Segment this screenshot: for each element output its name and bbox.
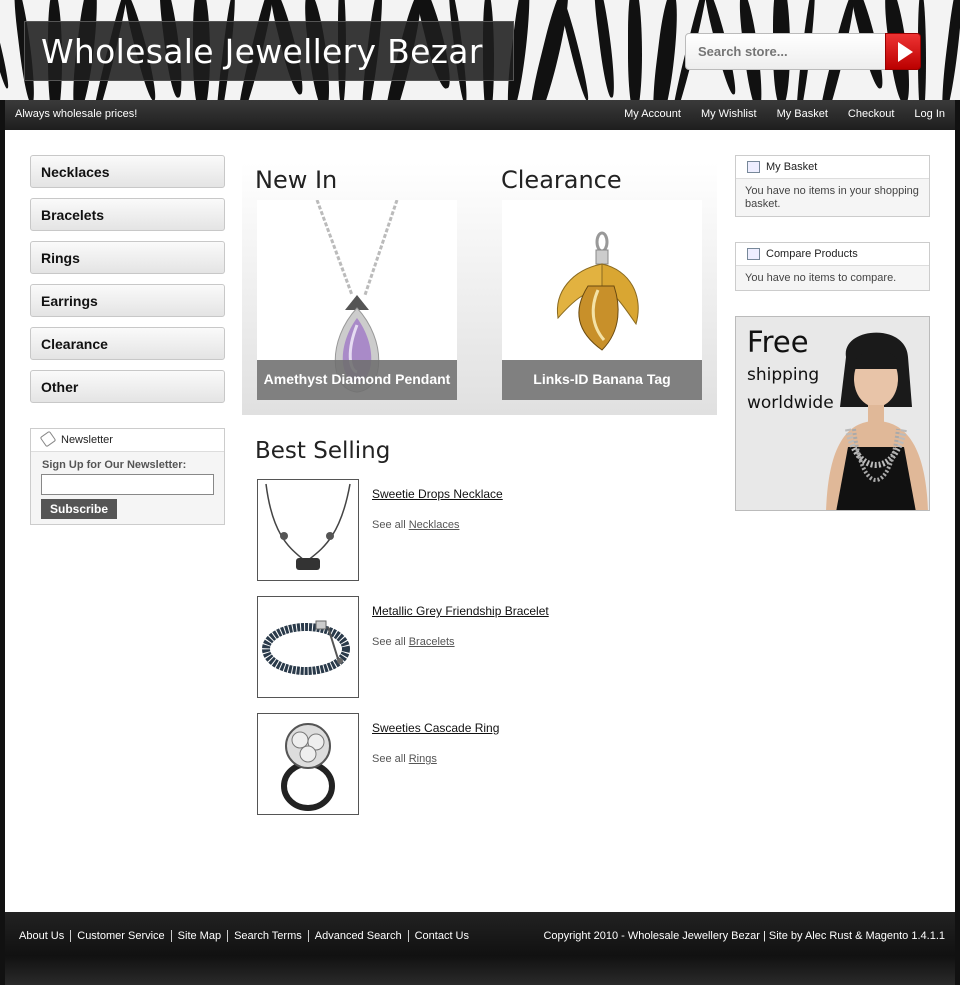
promo-free: Free: [747, 325, 809, 359]
link-my-wishlist[interactable]: My Wishlist: [701, 108, 757, 120]
featured-section: New In Clearance Amethyst Diamond Pendan…: [242, 162, 717, 415]
see-all-bracelets: See all Bracelets: [372, 636, 455, 648]
nav-earrings[interactable]: Earrings: [30, 284, 225, 317]
account-links: My Account My Wishlist My Basket Checkou…: [624, 108, 945, 120]
footer-links: About Us Customer Service Site Map Searc…: [19, 930, 475, 942]
promo-worldwide: worldwide: [747, 393, 834, 413]
newsletter-box: Newsletter Sign Up for Our Newsletter: S…: [30, 428, 225, 525]
compare-box: Compare Products You have no items to co…: [735, 242, 930, 291]
nav-rings[interactable]: Rings: [30, 241, 225, 274]
footer-link-about-us[interactable]: About Us: [19, 930, 70, 942]
basket-box-title: My Basket: [766, 161, 818, 173]
see-all-rings-link[interactable]: Rings: [409, 753, 437, 765]
best-selling-image-2[interactable]: [257, 596, 359, 698]
newsletter-title: Newsletter: [61, 434, 113, 446]
see-all-label: See all: [372, 519, 406, 531]
search-form: [685, 33, 921, 70]
nav-bracelets[interactable]: Bracelets: [30, 198, 225, 231]
footer-link-contact-us[interactable]: Contact Us: [407, 930, 475, 942]
zebra-stripe: [938, 0, 960, 100]
link-my-basket[interactable]: My Basket: [777, 108, 828, 120]
compare-box-title: Compare Products: [766, 248, 858, 260]
zebra-stripe: [591, 0, 618, 99]
zebra-stripe: [556, 0, 592, 100]
subscribe-button[interactable]: Subscribe: [41, 499, 117, 519]
new-in-product[interactable]: Amethyst Diamond Pendant: [257, 200, 457, 400]
copyright: Copyright 2010 - Wholesale Jewellery Bez…: [543, 930, 945, 942]
see-all-label: See all: [372, 636, 406, 648]
main-content: Necklaces Bracelets Rings Earrings Clear…: [5, 130, 955, 912]
best-selling-name-2[interactable]: Metallic Grey Friendship Bracelet: [372, 604, 549, 618]
top-bar: Always wholesale prices! My Account My W…: [5, 100, 955, 130]
footer: About Us Customer Service Site Map Searc…: [5, 912, 955, 985]
see-all-necklaces: See all Necklaces: [372, 519, 459, 531]
necklace-thumbnail: [265, 483, 351, 570]
new-in-caption: Amethyst Diamond Pendant: [257, 360, 457, 400]
search-input[interactable]: [685, 33, 887, 70]
best-selling-image-1[interactable]: [257, 479, 359, 581]
newsletter-label: Sign Up for Our Newsletter:: [42, 459, 187, 471]
logo-text: Wholesale Jewellery Bezar: [41, 32, 483, 71]
see-all-label: See all: [372, 753, 406, 765]
see-all-necklaces-link[interactable]: Necklaces: [409, 519, 460, 531]
best-selling-image-3[interactable]: [257, 713, 359, 815]
compare-box-header: Compare Products: [736, 243, 929, 266]
newsletter-email-input[interactable]: [41, 474, 214, 495]
tag-icon: [39, 430, 57, 448]
nav-clearance[interactable]: Clearance: [30, 327, 225, 360]
basket-box-header: My Basket: [736, 156, 929, 179]
compare-icon: [747, 248, 760, 260]
tagline: Always wholesale prices!: [15, 108, 138, 120]
footer-link-advanced-search[interactable]: Advanced Search: [307, 930, 408, 942]
header: Wholesale Jewellery Bezar: [0, 0, 960, 100]
nav-other[interactable]: Other: [30, 370, 225, 403]
logo[interactable]: Wholesale Jewellery Bezar: [24, 21, 514, 81]
link-checkout[interactable]: Checkout: [848, 108, 894, 120]
free-shipping-banner[interactable]: Free shipping worldwide: [735, 316, 930, 511]
play-arrow-icon: [898, 42, 913, 62]
basket-box-text: You have no items in your shopping baske…: [745, 185, 919, 210]
basket-icon: [747, 161, 760, 173]
newsletter-header: Newsletter: [31, 429, 224, 452]
clearance-title: Clearance: [501, 166, 622, 194]
see-all-bracelets-link[interactable]: Bracelets: [409, 636, 455, 648]
clearance-product[interactable]: Links-ID Banana Tag: [502, 200, 702, 400]
ring-thumbnail: [281, 723, 335, 811]
nav-necklaces[interactable]: Necklaces: [30, 155, 225, 188]
best-selling-name-1[interactable]: Sweetie Drops Necklace: [372, 487, 503, 501]
best-selling-name-3[interactable]: Sweeties Cascade Ring: [372, 721, 499, 735]
bracelet-thumbnail: [262, 620, 350, 675]
footer-link-customer-service[interactable]: Customer Service: [70, 930, 170, 942]
new-in-title: New In: [255, 166, 338, 194]
link-log-in[interactable]: Log In: [914, 108, 945, 120]
zebra-stripe: [0, 0, 12, 90]
search-button[interactable]: [885, 33, 921, 70]
basket-box: My Basket You have no items in your shop…: [735, 155, 930, 217]
link-my-account[interactable]: My Account: [624, 108, 681, 120]
compare-box-text: You have no items to compare.: [745, 272, 897, 284]
zebra-stripe: [628, 0, 642, 100]
clearance-caption: Links-ID Banana Tag: [502, 360, 702, 400]
footer-link-search-terms[interactable]: Search Terms: [227, 930, 308, 942]
promo-shipping: shipping: [747, 365, 820, 385]
best-selling-title: Best Selling: [255, 438, 391, 464]
footer-link-site-map[interactable]: Site Map: [170, 930, 227, 942]
see-all-rings: See all Rings: [372, 753, 437, 765]
